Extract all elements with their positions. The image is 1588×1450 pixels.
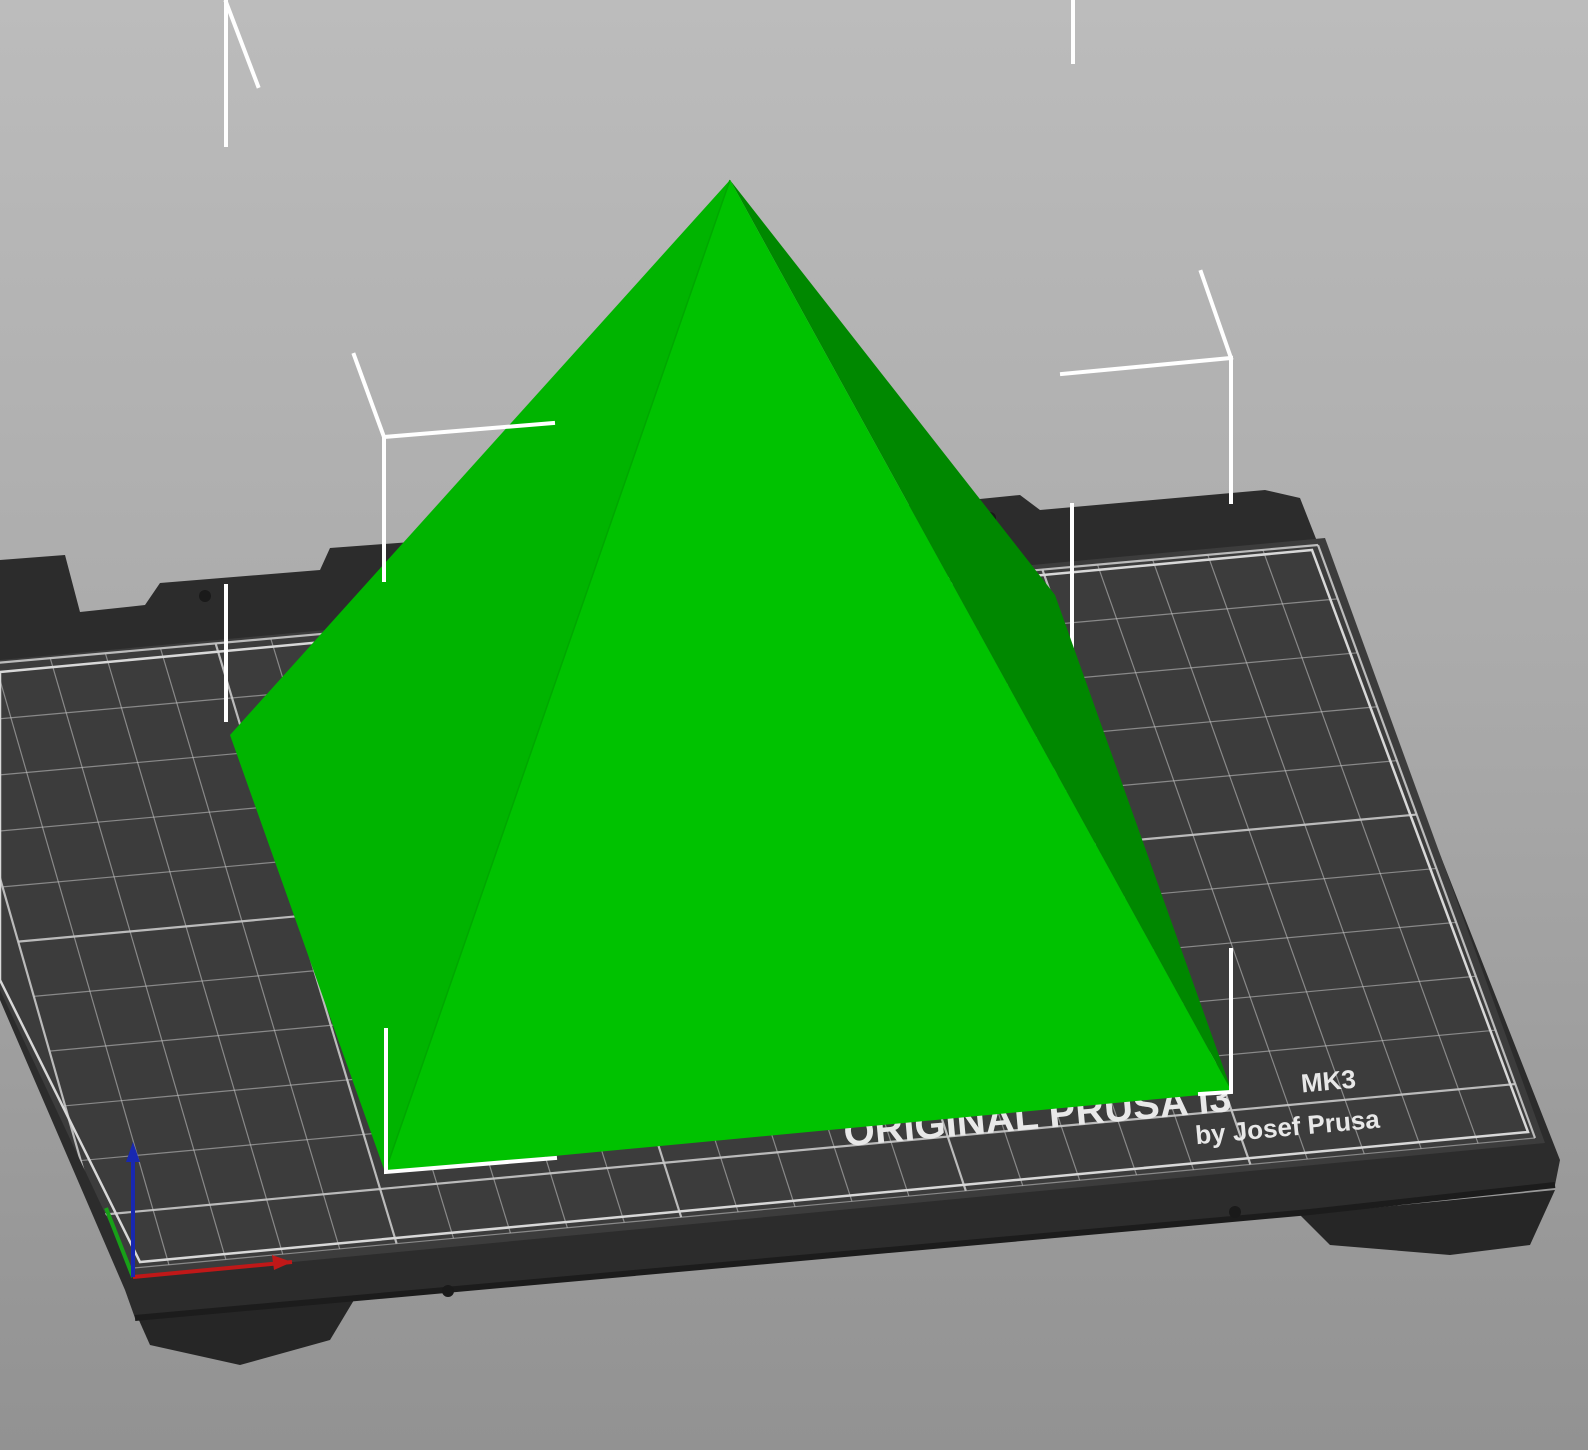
bed-hole [442, 1285, 454, 1297]
bbox-corner-top-front-right [1059, 355, 1233, 504]
bed-hole [1229, 1206, 1241, 1218]
pyramid-object[interactable] [230, 179, 1232, 1173]
bbox-corner-back-left-tick [223, 0, 261, 89]
bbox-corner-top-front-left-tick [351, 352, 387, 440]
bed-model-label: MK3 [1300, 1064, 1357, 1099]
scene-canvas[interactable]: ORIGINAL PRUSA i3 MK3 by Josef Prusa [0, 0, 1588, 1450]
3d-viewport[interactable]: ORIGINAL PRUSA i3 MK3 by Josef Prusa [0, 0, 1588, 1450]
bed-hole [199, 590, 211, 602]
bbox-corner-top-front-right-tick [1198, 269, 1234, 361]
